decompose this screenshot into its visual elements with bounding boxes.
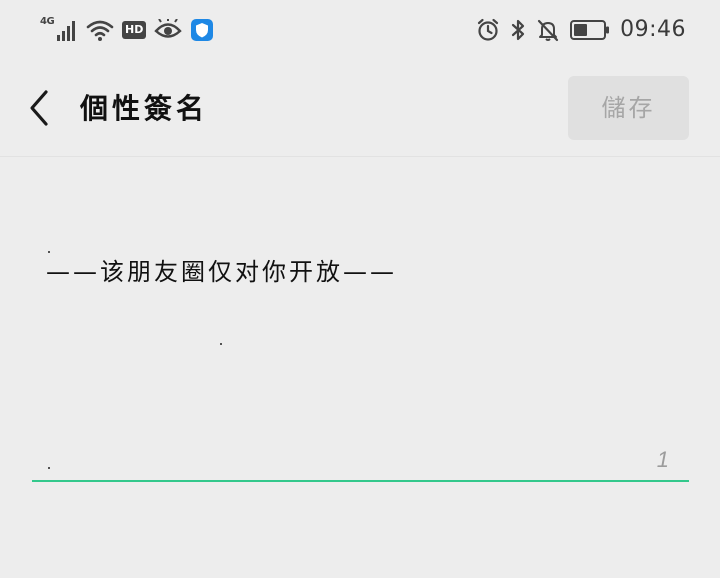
signature-text[interactable]: ——该朋友圈仅对你开放—— (46, 237, 666, 307)
stray-dot (220, 343, 222, 345)
status-left-group: 4G HD (40, 16, 214, 44)
page-title: 個性簽名 (80, 92, 209, 125)
hd-icon: HD (122, 21, 147, 39)
network-type-label: 4G (40, 16, 55, 27)
wifi-icon (86, 20, 114, 41)
eye-icon (154, 19, 183, 38)
input-underline (32, 480, 689, 482)
status-bar: 4G HD 09:46 (0, 0, 720, 60)
bell-muted-icon (537, 19, 559, 42)
stray-dot (48, 467, 50, 469)
status-right-group: 09:46 (476, 16, 686, 44)
char-count: 1 (656, 447, 669, 472)
title-bar: 個性簽名 儲存 (0, 60, 720, 157)
chevron-left-icon (30, 90, 48, 126)
status-time: 09:46 (620, 17, 686, 42)
signal-icon: 4G (40, 16, 78, 42)
back-button[interactable] (22, 86, 62, 130)
signature-editor[interactable]: ——该朋友圈仅对你开放—— 1 (32, 157, 689, 482)
bluetooth-icon (511, 19, 525, 41)
battery-icon (570, 20, 610, 40)
shield-app-icon (191, 19, 214, 41)
alarm-icon (477, 18, 499, 41)
save-button[interactable]: 儲存 (568, 76, 689, 140)
